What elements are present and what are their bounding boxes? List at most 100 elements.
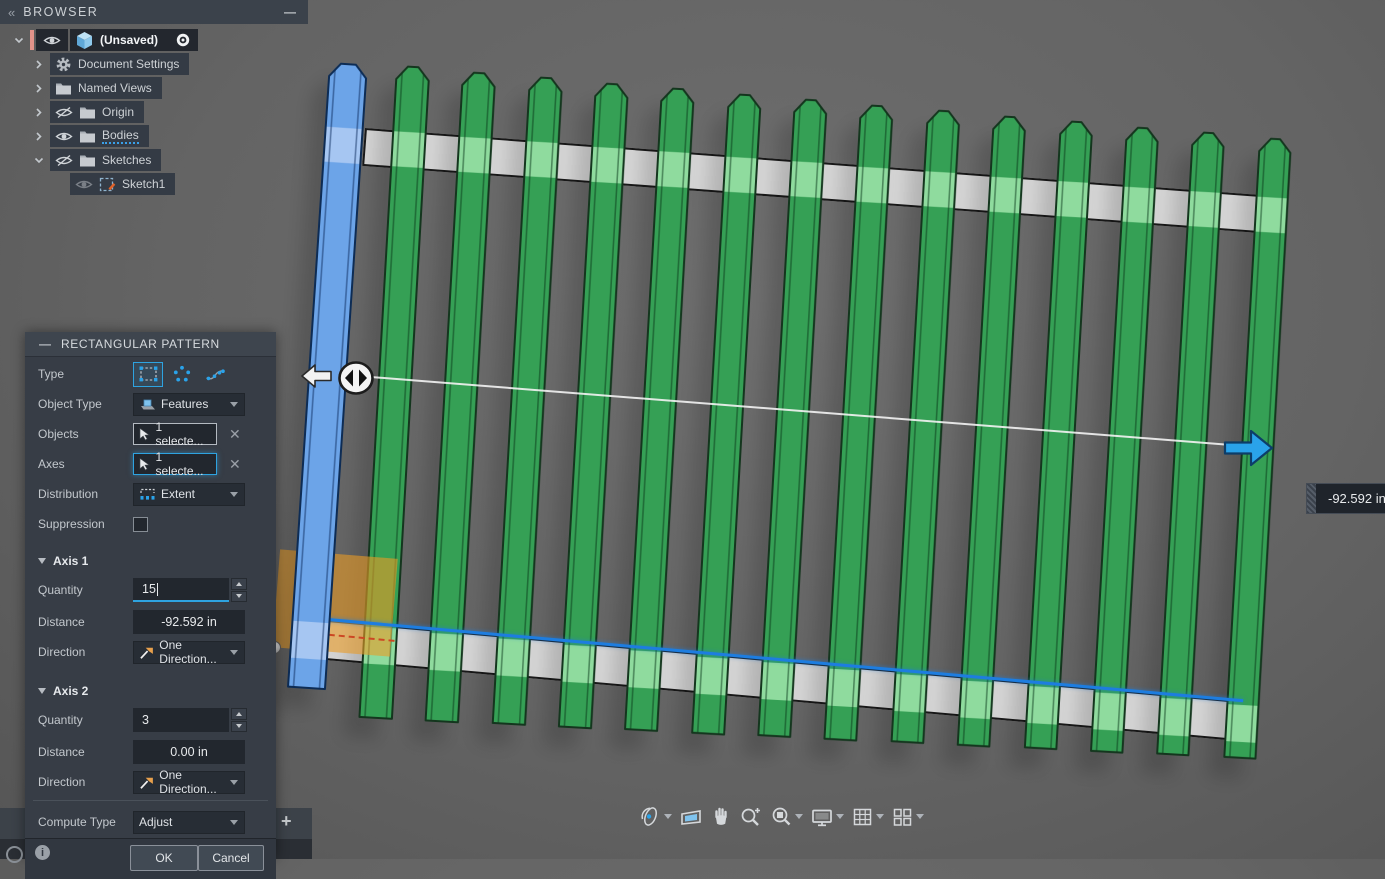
axis2-direction-dropdown[interactable]: One Direction... [133, 771, 245, 794]
objects-select-button[interactable]: 1 selecte... [133, 423, 217, 445]
chevron-down-icon[interactable] [795, 814, 803, 819]
cursor-icon [139, 427, 150, 441]
axis1-header[interactable]: Axis 1 [25, 548, 276, 574]
cursor-icon [139, 457, 150, 471]
chevron-down-icon[interactable] [916, 814, 924, 819]
compute-type-dropdown[interactable]: Adjust [133, 811, 245, 834]
clear-axes-icon[interactable]: ✕ [229, 456, 241, 473]
zoom-button[interactable] [739, 805, 763, 828]
axis1-direction-dropdown[interactable]: One Direction... [133, 641, 245, 664]
axes-select-button[interactable]: 1 selecte... [133, 453, 217, 475]
tree-row-document-settings[interactable]: Document Settings [0, 52, 308, 76]
axis2-quantity-input[interactable]: 3 [133, 708, 229, 732]
grid-button[interactable] [851, 806, 884, 828]
chevron-down-icon[interactable] [876, 814, 884, 819]
tree-row-bodies[interactable]: Bodies [0, 124, 308, 148]
eye-icon[interactable] [75, 178, 93, 191]
chevron-right-icon[interactable] [36, 59, 43, 69]
chevron-right-icon[interactable] [36, 131, 43, 141]
axis2-title: Axis 2 [53, 684, 88, 698]
tree-row-origin[interactable]: Origin [0, 100, 308, 124]
compute-type-label: Compute Type [38, 815, 133, 829]
info-icon[interactable]: i [35, 845, 50, 860]
direction-label: Direction [38, 775, 133, 789]
chevron-right-icon[interactable] [36, 83, 43, 93]
axes-row: Axes 1 selecte... ✕ [25, 450, 276, 478]
label-box[interactable]: Sketches [50, 149, 161, 171]
timeline-add-button[interactable]: + [281, 811, 292, 832]
chevron-down-icon [230, 492, 238, 497]
chevron-down-icon[interactable] [664, 814, 672, 819]
label-box[interactable]: Bodies [50, 125, 149, 147]
stepper-up-button[interactable] [231, 708, 247, 720]
label-box[interactable]: Origin [50, 101, 144, 123]
viewports-button[interactable] [891, 806, 924, 828]
activate-component-radio[interactable] [168, 29, 198, 51]
suppression-checkbox[interactable] [133, 517, 148, 532]
look-at-button[interactable] [679, 806, 703, 828]
drag-distance-arrow[interactable] [1219, 425, 1277, 471]
eye-slash-icon[interactable] [55, 106, 73, 119]
row-label: Origin [102, 105, 134, 119]
object-type-value: Features [161, 397, 208, 411]
label-box[interactable]: Named Views [50, 77, 162, 99]
chevron-down-icon[interactable] [836, 814, 844, 819]
eye-icon[interactable] [55, 130, 73, 143]
drag-grip[interactable] [1307, 484, 1316, 513]
compute-type-value: Adjust [139, 815, 172, 829]
stepper-up-button[interactable] [231, 578, 247, 590]
fit-button[interactable] [770, 805, 803, 828]
tree-row-named-views[interactable]: Named Views [0, 76, 308, 100]
axis1-quantity-input[interactable]: 15 [133, 578, 229, 602]
direction-flag-icon [139, 645, 154, 660]
object-type-label: Object Type [38, 397, 133, 411]
flip-direction-handle[interactable] [336, 360, 376, 396]
distance-readout[interactable]: -92.592 in [1316, 491, 1385, 506]
axis2-quantity-stepper [231, 708, 247, 732]
ok-button[interactable]: OK [130, 845, 198, 871]
axis2-distance-field[interactable]: 0.00 in [133, 740, 245, 764]
view-toolbar [639, 805, 924, 828]
document-label-box[interactable]: (Unsaved) [70, 29, 168, 51]
dialog-header[interactable]: — RECTANGULAR PATTERN [25, 332, 276, 357]
quantity-label: Quantity [38, 713, 133, 727]
minimize-browser-icon[interactable]: — [284, 5, 296, 19]
left-direction-arrow[interactable] [299, 360, 333, 392]
rectangular-pattern-type-button[interactable] [133, 362, 163, 387]
visibility-toggle[interactable] [36, 29, 68, 51]
chevron-right-icon[interactable] [36, 107, 43, 117]
axis1-direction-row: Direction One Direction... [25, 638, 276, 666]
label-box[interactable]: Document Settings [50, 53, 189, 75]
eye-slash-icon[interactable] [55, 154, 73, 167]
row-label: Named Views [78, 81, 152, 95]
compute-type-row: Compute Type Adjust [25, 808, 276, 836]
folder-icon [79, 105, 96, 119]
collapse-panel-icon[interactable]: « [8, 5, 15, 20]
cancel-button[interactable]: Cancel [198, 845, 264, 871]
stepper-down-button[interactable] [231, 721, 247, 733]
rectangular-pattern-dialog: — RECTANGULAR PATTERN Type [25, 332, 276, 859]
circular-pattern-type-button[interactable] [168, 363, 196, 386]
axis2-direction-value: One Direction... [159, 768, 239, 796]
stepper-down-button[interactable] [231, 591, 247, 603]
axis2-header[interactable]: Axis 2 [25, 678, 276, 704]
distribution-dropdown[interactable]: Extent [133, 483, 245, 506]
pattern-on-path-type-button[interactable] [201, 363, 229, 386]
pan-button[interactable] [710, 805, 732, 828]
label-box[interactable]: Sketch1 [70, 173, 175, 195]
tree-row-sketch1[interactable]: Sketch1 [0, 172, 308, 196]
axis2-distance-row: Distance 0.00 in [25, 738, 276, 766]
browser-panel: « BROWSER — (Unsaved) Document Settings [0, 0, 308, 196]
dialog-minimize-icon[interactable]: — [39, 337, 51, 351]
chevron-down-icon[interactable] [34, 157, 44, 164]
axis1-distance-field[interactable]: -92.592 in [133, 610, 245, 634]
axis1-quantity-value: 15 [142, 582, 156, 596]
distance-value-box[interactable]: -92.592 in [1306, 483, 1385, 514]
orbit-button[interactable] [639, 805, 672, 828]
tree-row-document[interactable]: (Unsaved) [0, 28, 308, 52]
tree-row-sketches[interactable]: Sketches [0, 148, 308, 172]
chevron-down-icon[interactable] [14, 37, 24, 44]
object-type-dropdown[interactable]: Features [133, 393, 245, 416]
clear-objects-icon[interactable]: ✕ [229, 426, 241, 443]
display-settings-button[interactable] [810, 806, 844, 828]
